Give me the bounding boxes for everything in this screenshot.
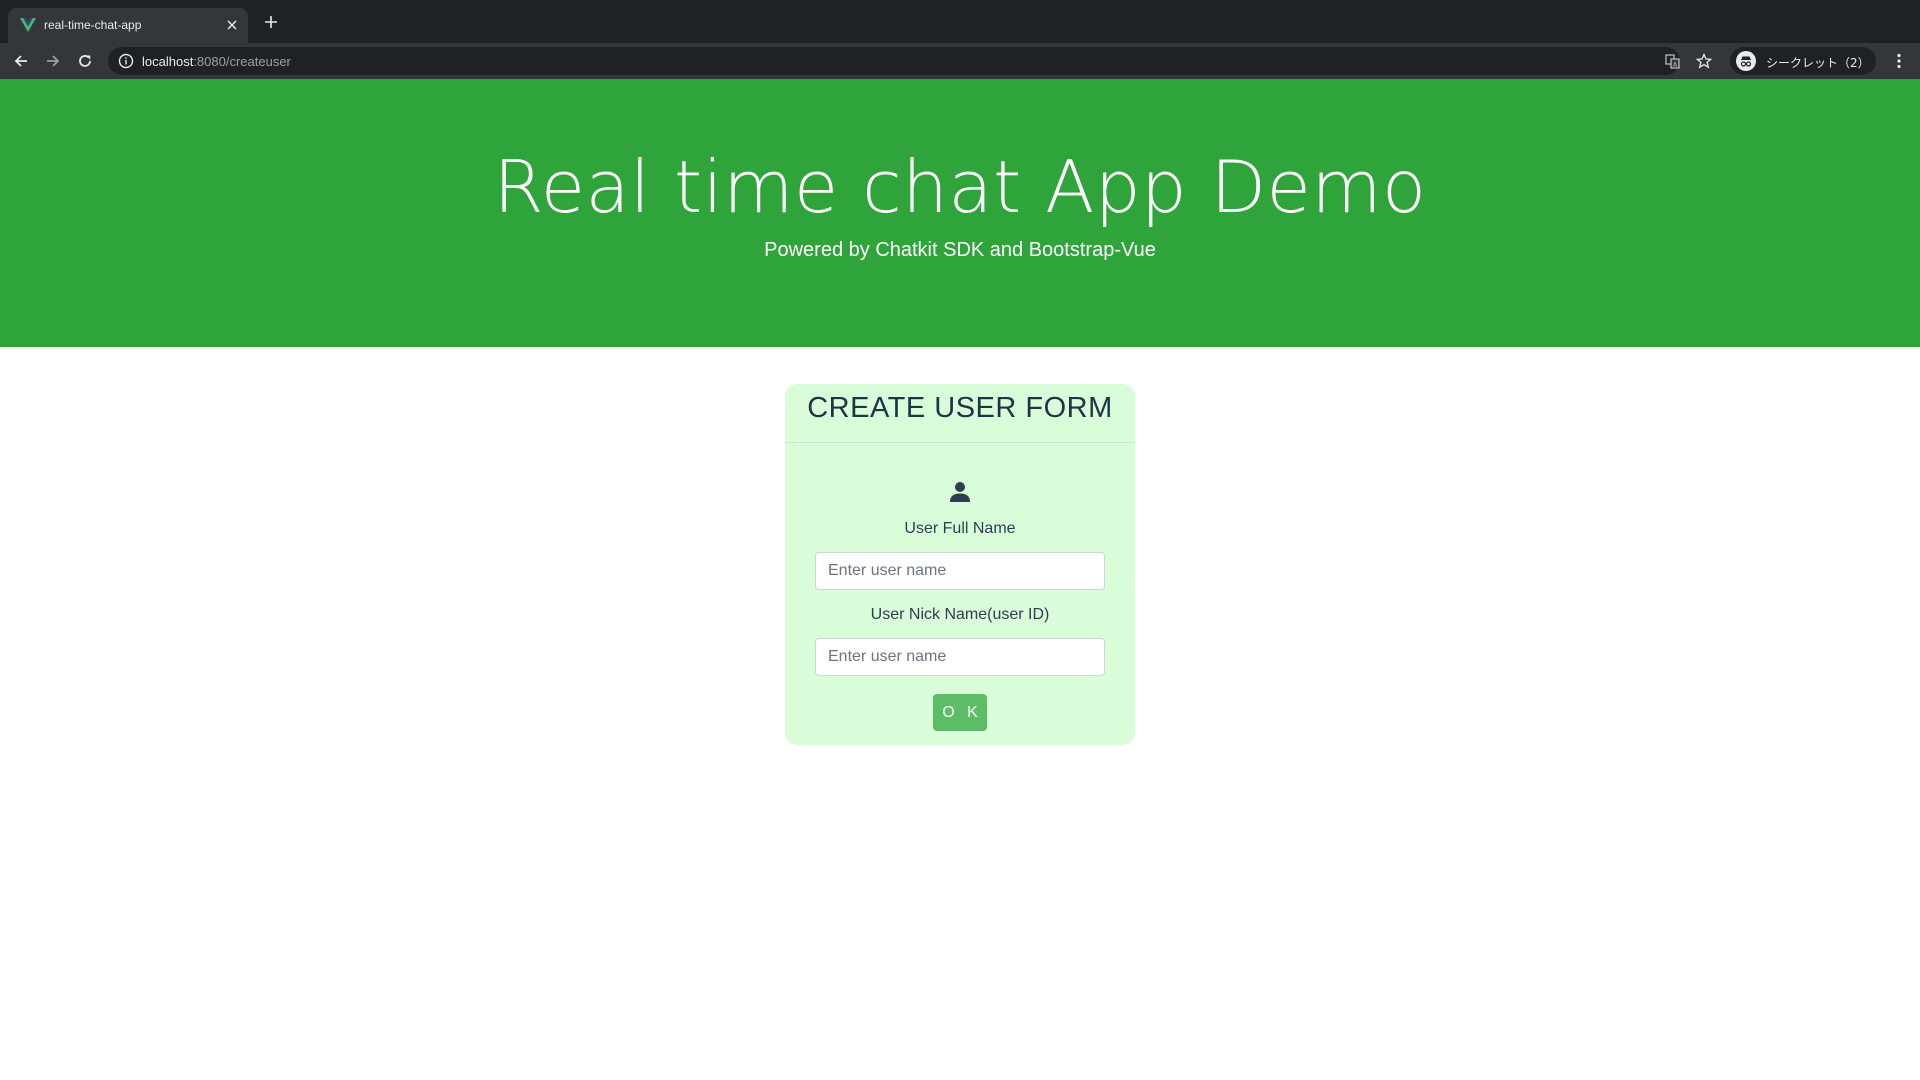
nick-name-label: User Nick Name(user ID) bbox=[870, 606, 1050, 623]
info-icon[interactable] bbox=[118, 53, 134, 69]
arrow-left-icon[interactable] bbox=[10, 50, 32, 72]
close-icon[interactable] bbox=[224, 17, 240, 33]
page-content: Real time chat App Demo Powered by Chatk… bbox=[0, 79, 1920, 1080]
plus-icon[interactable] bbox=[262, 13, 280, 31]
hero-subtitle: Powered by Chatkit SDK and Bootstrap-Vue bbox=[764, 239, 1156, 261]
address-bar[interactable]: localhost:8080/createuser A bbox=[108, 47, 1712, 75]
browser-tab[interactable]: real-time-chat-app bbox=[8, 8, 248, 43]
nick-name-input[interactable] bbox=[815, 638, 1105, 676]
full-name-input[interactable] bbox=[815, 552, 1105, 590]
url-text: localhost:8080/createuser bbox=[142, 54, 291, 69]
url-path: :8080/createuser bbox=[193, 54, 291, 69]
browser-toolbar: localhost:8080/createuser A シークレット（2） bbox=[0, 43, 1920, 79]
hero-title: Real time chat App Demo bbox=[493, 145, 1427, 229]
vue-logo-icon bbox=[20, 18, 36, 32]
more-vert-icon[interactable] bbox=[1888, 50, 1910, 72]
tab-title: real-time-chat-app bbox=[44, 18, 142, 32]
incognito-label: シークレット（2） bbox=[1766, 56, 1870, 70]
form-title: CREATE USER FORM bbox=[807, 392, 1113, 424]
create-user-card: CREATE USER FORM User Full Name User Nic… bbox=[785, 384, 1135, 745]
browser-tabstrip: real-time-chat-app bbox=[0, 0, 1920, 43]
hero-banner: Real time chat App Demo Powered by Chatk… bbox=[0, 79, 1920, 347]
incognito-icon bbox=[1736, 51, 1756, 71]
user-icon bbox=[950, 482, 970, 502]
reload-icon[interactable] bbox=[74, 50, 96, 72]
arrow-right-icon[interactable] bbox=[42, 50, 64, 72]
card-header: CREATE USER FORM bbox=[785, 384, 1135, 443]
url-host: localhost bbox=[142, 54, 194, 69]
translate-icon[interactable]: A bbox=[1664, 53, 1680, 69]
full-name-label: User Full Name bbox=[904, 520, 1016, 537]
ok-button[interactable]: O K bbox=[933, 694, 987, 731]
star-icon[interactable] bbox=[1696, 53, 1712, 69]
incognito-profile-button[interactable]: シークレット（2） bbox=[1730, 47, 1876, 75]
